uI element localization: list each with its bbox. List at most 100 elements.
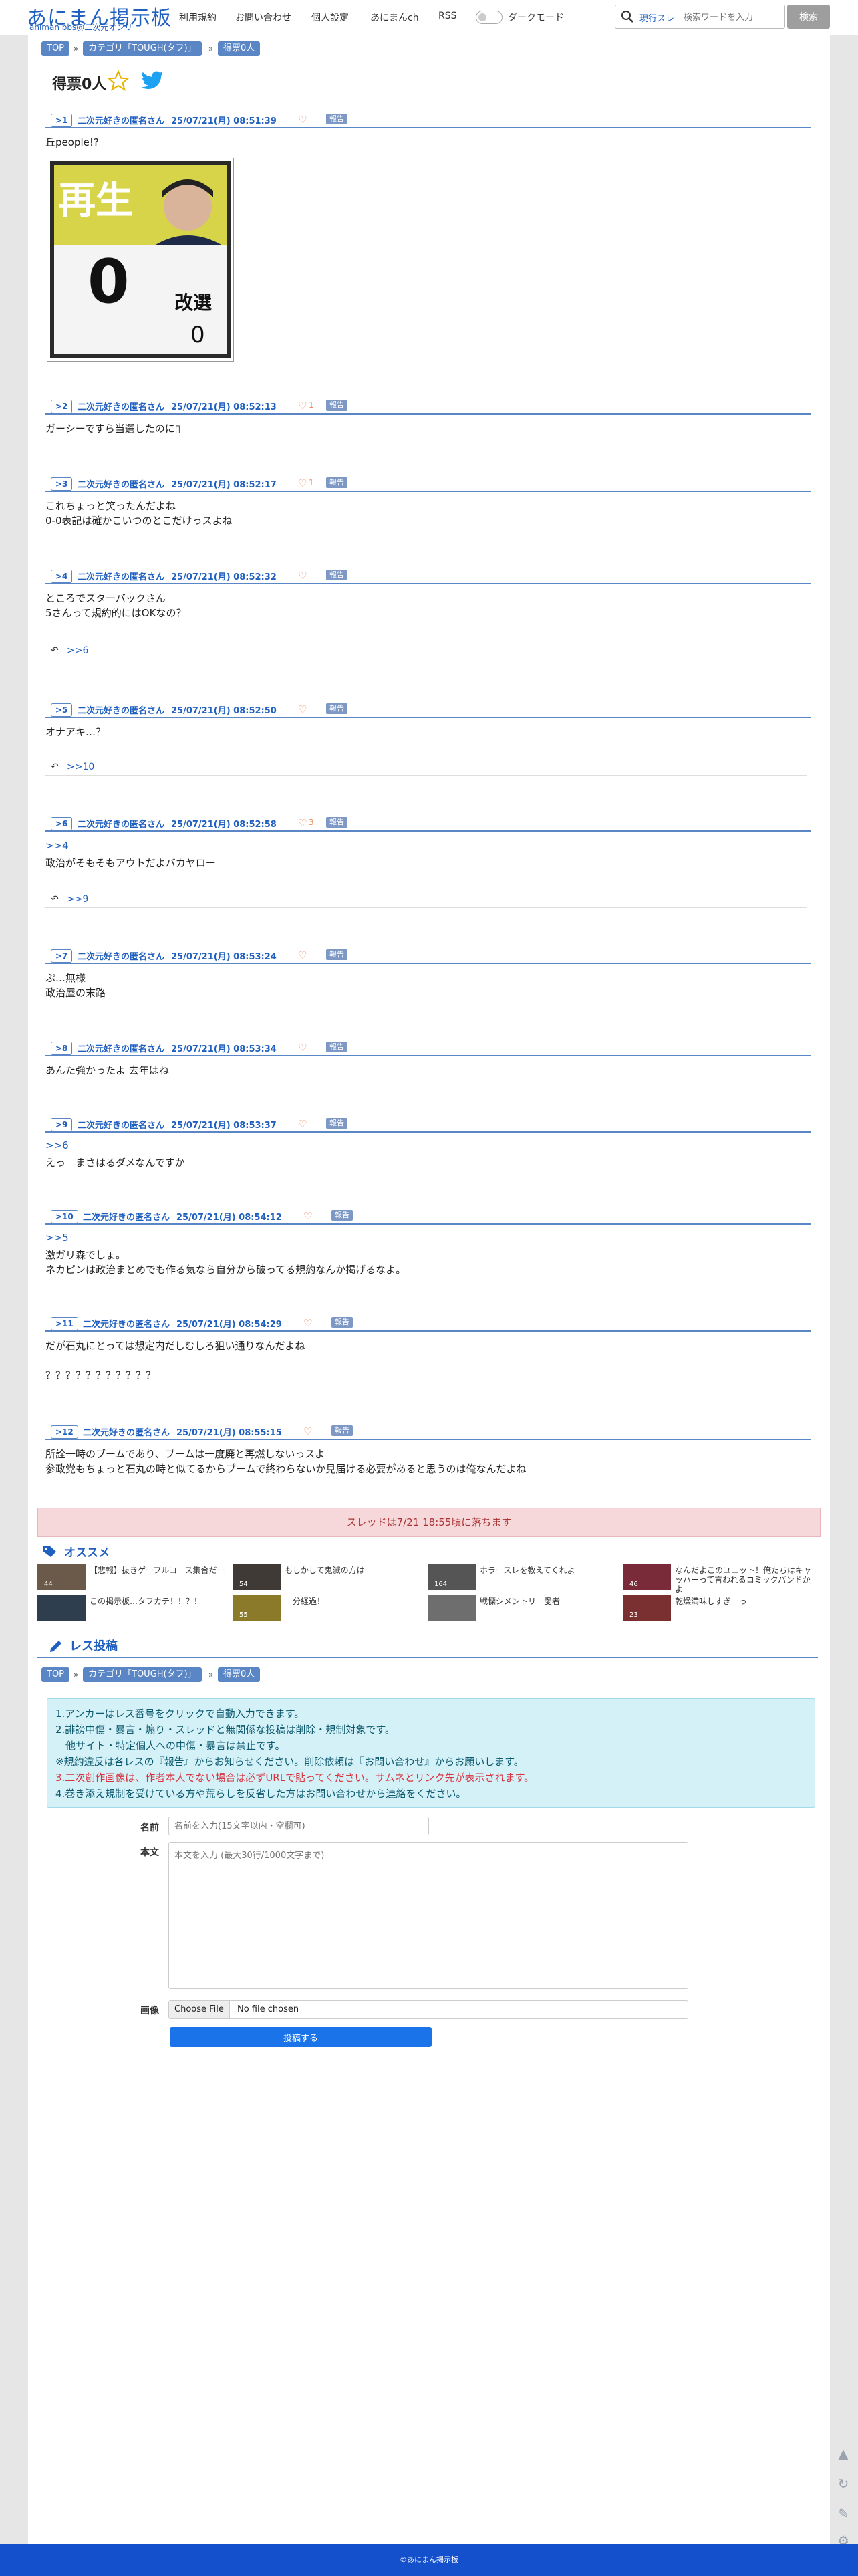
submit-post-button[interactable]: 投稿する: [170, 2027, 432, 2047]
heart-icon[interactable]: ♡: [298, 949, 307, 961]
recommendation-title[interactable]: 【悲報】抜きゲーフルコース集合だー: [90, 1566, 230, 1575]
report-button[interactable]: 報告: [326, 114, 347, 124]
heart-icon[interactable]: ♡: [298, 1118, 307, 1130]
report-button[interactable]: 報告: [331, 1317, 353, 1328]
heart-icon[interactable]: ♡: [298, 114, 307, 126]
heart-icon[interactable]: ♡: [298, 1042, 307, 1054]
search-scope-select[interactable]: 現行スレ: [639, 11, 674, 24]
body-field[interactable]: [168, 1842, 688, 1989]
recommendation-thumbnail[interactable]: 23: [623, 1595, 671, 1621]
post-number[interactable]: >6: [51, 817, 73, 830]
reply-anchor-link[interactable]: >>6: [45, 1139, 69, 1151]
post-number[interactable]: >11: [51, 1317, 78, 1330]
twitter-share-icon[interactable]: [140, 71, 164, 94]
post-number[interactable]: >7: [51, 949, 73, 963]
report-button[interactable]: 報告: [326, 1118, 347, 1129]
search-icon: [621, 10, 634, 26]
breadcrumb-top[interactable]: TOP: [41, 41, 70, 56]
recommendation-title[interactable]: 乾燥満味しすぎーっ: [675, 1597, 815, 1606]
post-date: 25/07/21(月) 08:52:50: [171, 706, 277, 716]
heart-icon[interactable]: ♡: [303, 1317, 312, 1329]
reply-link[interactable]: >>9: [67, 894, 88, 905]
post-number[interactable]: >2: [51, 400, 73, 413]
report-button[interactable]: 報告: [326, 703, 347, 714]
heart-icon[interactable]: ♡: [298, 703, 307, 715]
nav-rss[interactable]: RSS: [438, 11, 457, 21]
report-button[interactable]: 報告: [331, 1425, 353, 1436]
dark-mode-toggle[interactable]: [476, 11, 503, 24]
choose-file-button[interactable]: Choose File: [169, 2001, 230, 2018]
post-number[interactable]: >8: [51, 1042, 73, 1055]
reply-anchor-link[interactable]: >>4: [45, 840, 69, 852]
post-number[interactable]: >4: [51, 570, 73, 583]
report-button[interactable]: 報告: [331, 1210, 353, 1221]
report-button[interactable]: 報告: [326, 1042, 347, 1052]
report-button[interactable]: 報告: [326, 570, 347, 580]
recommendation-item[interactable]: この掲示板…タフカテ！！？！: [37, 1595, 231, 1621]
post-image[interactable]: 0 再生 改選 0: [47, 158, 234, 362]
like-count: 3: [309, 818, 314, 827]
post-number[interactable]: >10: [51, 1210, 78, 1223]
recommendation-title[interactable]: 一分経過！: [285, 1597, 425, 1606]
edit-icon[interactable]: ✎: [833, 2504, 853, 2524]
reload-icon[interactable]: ↻: [833, 2474, 853, 2494]
heart-icon[interactable]: ♡: [298, 400, 307, 412]
nav-contact[interactable]: お問い合わせ: [235, 11, 291, 24]
heart-icon[interactable]: ♡: [298, 817, 307, 829]
breadcrumb-category[interactable]: カテゴリ「TOUGH(タフ)」: [83, 1667, 202, 1682]
report-button[interactable]: 報告: [326, 400, 347, 411]
heart-icon[interactable]: ♡: [303, 1210, 312, 1222]
recommendation-title[interactable]: ホラースレを教えてくれよ: [480, 1566, 620, 1575]
report-button[interactable]: 報告: [326, 949, 347, 960]
report-button[interactable]: 報告: [326, 477, 347, 488]
scroll-top-icon[interactable]: ▲: [833, 2444, 853, 2464]
recommendation-thumbnail[interactable]: 44: [37, 1564, 86, 1590]
reply-link[interactable]: >>10: [67, 762, 94, 772]
post-number[interactable]: >9: [51, 1118, 73, 1131]
nav-terms[interactable]: 利用規約: [179, 11, 217, 24]
reply-count: 164: [434, 1580, 448, 1588]
nav-animanch[interactable]: あにまんch: [370, 11, 419, 24]
reply-anchor-link[interactable]: >>5: [45, 1232, 69, 1244]
breadcrumb-top[interactable]: TOP: [41, 1667, 70, 1682]
recommendation-thumbnail[interactable]: 55: [233, 1595, 281, 1621]
recommendation-item[interactable]: 46 なんだよこのユニット！俺たちはキャッハーって言われるコミックバンドかよ: [623, 1564, 817, 1594]
recommendation-item[interactable]: 54 もしかして鬼滅の方は: [233, 1564, 426, 1590]
recommendation-item[interactable]: 戦慄シメントリー愛者: [428, 1595, 621, 1621]
recommendation-title[interactable]: 戦慄シメントリー愛者: [480, 1597, 620, 1606]
recommendation-title[interactable]: なんだよこのユニット！俺たちはキャッハーって言われるコミックバンドかよ: [675, 1566, 815, 1594]
post-number[interactable]: >5: [51, 703, 73, 717]
like-count: 1: [309, 478, 314, 487]
recommendation-thumbnail[interactable]: 164: [428, 1564, 476, 1590]
heart-icon[interactable]: ♡: [298, 570, 307, 582]
search-input[interactable]: [682, 9, 785, 26]
breadcrumb-category[interactable]: カテゴリ「TOUGH(タフ)」: [83, 41, 202, 56]
search-button[interactable]: 検索: [787, 5, 830, 29]
recommendation-title[interactable]: この掲示板…タフカテ！！？！: [90, 1597, 230, 1606]
nav-settings[interactable]: 個人設定: [311, 11, 349, 24]
recommendation-item[interactable]: 55 一分経過！: [233, 1595, 426, 1621]
recommendation-thumbnail[interactable]: [37, 1595, 86, 1621]
recommendation-title[interactable]: もしかして鬼滅の方は: [285, 1566, 425, 1575]
post-number[interactable]: >3: [51, 477, 73, 491]
recommendation-item[interactable]: 23 乾燥満味しすぎーっ: [623, 1595, 817, 1621]
reply-link[interactable]: >>6: [67, 645, 88, 656]
like-count: 1: [309, 400, 314, 410]
recommendation-item[interactable]: 44 【悲報】抜きゲーフルコース集合だー: [37, 1564, 231, 1590]
post-header: >10 二次元好きの匿名さん 25/07/21(月) 08:54:12 ♡ 報告: [45, 1209, 811, 1225]
post-number[interactable]: >12: [51, 1425, 78, 1439]
toggle-knob: [478, 13, 486, 21]
heart-icon[interactable]: ♡: [303, 1425, 312, 1437]
name-field[interactable]: [168, 1817, 429, 1835]
recommendation-thumbnail[interactable]: 54: [233, 1564, 281, 1590]
image-file-input[interactable]: Choose File No file chosen: [168, 2000, 688, 2019]
post-number[interactable]: >1: [51, 114, 73, 127]
post-date: 25/07/21(月) 08:52:32: [171, 572, 277, 582]
post-body: えっ まさはるダメなんですか: [45, 1157, 185, 1169]
recommendation-item[interactable]: 164 ホラースレを教えてくれよ: [428, 1564, 621, 1590]
recommendation-thumbnail[interactable]: [428, 1595, 476, 1621]
heart-icon[interactable]: ♡: [298, 477, 307, 489]
report-button[interactable]: 報告: [326, 817, 347, 828]
favorite-star-icon[interactable]: [107, 70, 130, 95]
recommendation-thumbnail[interactable]: 46: [623, 1564, 671, 1590]
